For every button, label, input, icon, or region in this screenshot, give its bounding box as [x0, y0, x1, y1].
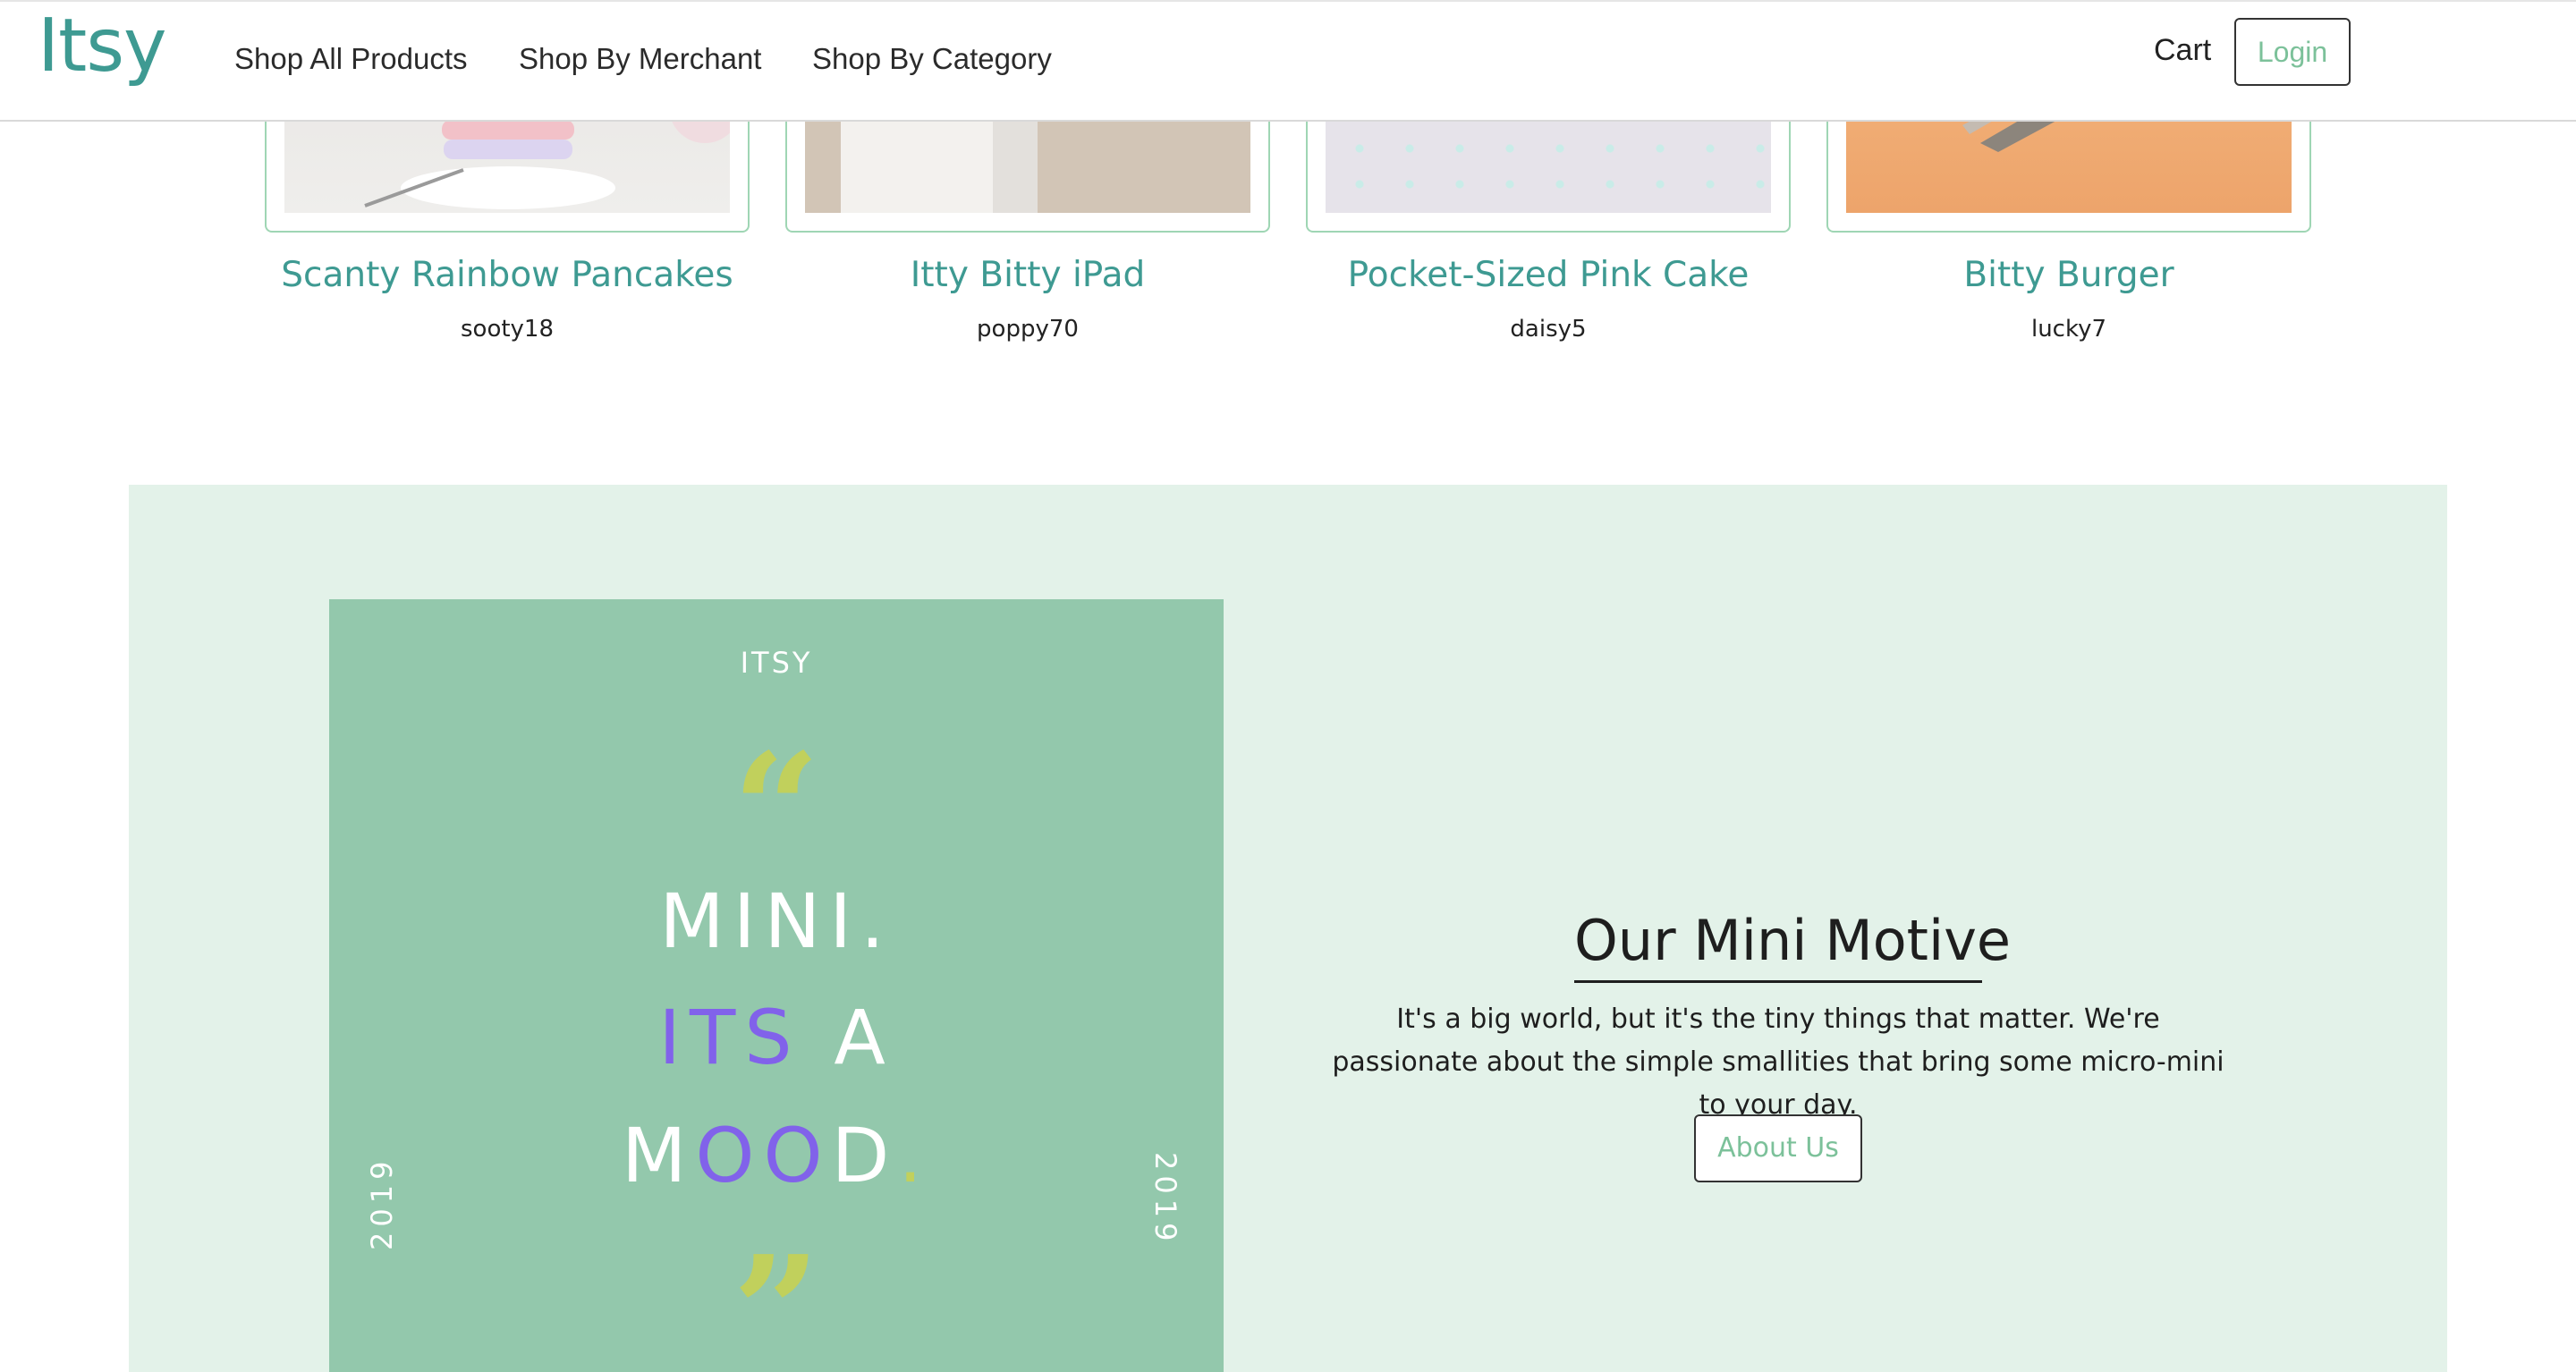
product-merchant: lucky7: [2030, 316, 2107, 343]
poster-year-right: 2019: [1148, 1152, 1182, 1247]
poster-word-its: ITS: [658, 994, 801, 1081]
poster-line-2: ITS A: [329, 993, 1224, 1082]
nav-shop-by-category[interactable]: Shop By Category: [812, 39, 1052, 79]
product-merchant: sooty18: [460, 316, 555, 343]
poster-line-3: MOOD.: [329, 1111, 1224, 1200]
motive-description: It's a big world, but it's the tiny thin…: [1332, 1004, 2224, 1121]
product-merchant: poppy70: [977, 316, 1079, 343]
poster-year-left: 2019: [365, 1156, 399, 1250]
motive-heading: Our Mini Motive: [1574, 905, 2011, 983]
product-title[interactable]: Scanty Rainbow Pancakes: [265, 252, 750, 299]
poster-word-a: A: [834, 994, 894, 1081]
top-navbar: Itsy Shop All Products Shop By Merchant …: [0, 0, 2576, 122]
nav-shop-by-merchant[interactable]: Shop By Merchant: [519, 39, 761, 79]
product-title[interactable]: Itty Bitty iPad: [785, 252, 1270, 299]
about-us-button[interactable]: About Us: [1694, 1114, 1862, 1182]
mini-motive-section: ITSY “ MINI. ITS A MOOD. ” 2019 2019 Our…: [129, 485, 2447, 1372]
poster-brand-text: ITSY: [740, 646, 813, 680]
motive-poster-image: ITSY “ MINI. ITS A MOOD. ” 2019 2019: [329, 599, 1224, 1372]
brand-logo[interactable]: Itsy: [38, 2, 167, 91]
poster-line-1: MINI.: [659, 877, 894, 965]
poster-letter-d: D: [831, 1112, 899, 1199]
poster-letters-oo: OO: [695, 1112, 832, 1199]
product-title[interactable]: Bitty Burger: [1826, 252, 2311, 299]
close-quote-icon: ”: [733, 1223, 820, 1372]
nav-shop-all-products[interactable]: Shop All Products: [234, 39, 468, 79]
open-quote-icon: “: [733, 720, 820, 899]
product-title[interactable]: Pocket-Sized Pink Cake: [1306, 252, 1791, 299]
poster-dot: .: [898, 1112, 932, 1199]
login-button[interactable]: Login: [2234, 18, 2351, 86]
poster-letter-m: M: [621, 1112, 696, 1199]
cart-link[interactable]: Cart: [2154, 30, 2211, 70]
product-merchant: daisy5: [1510, 316, 1587, 343]
